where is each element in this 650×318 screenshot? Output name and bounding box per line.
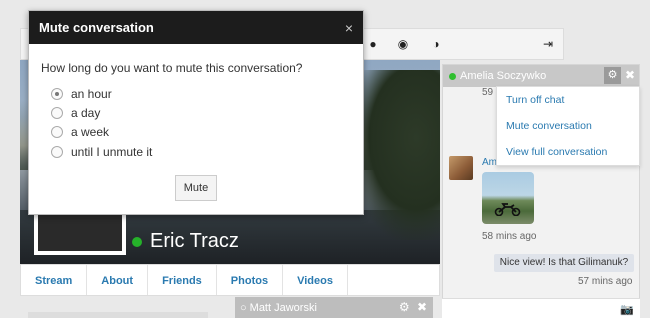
option-until-unmute[interactable]: until I unmute it [51,145,152,159]
radio-until-unmute[interactable] [51,146,63,158]
chat2-close-icon[interactable]: ✖ [417,300,427,314]
tab-videos[interactable]: Videos [283,265,348,295]
chat-sender-avatar [449,156,473,180]
option-an-hour[interactable]: an hour [51,87,112,101]
menu-item-mute-conversation[interactable]: Mute conversation [497,113,639,139]
chat-header-timestamp: 59 [482,87,494,98]
chat-options-menu: Turn off chat Mute conversation View ful… [496,86,640,166]
user-settings-icon[interactable]: ◑ [429,37,443,51]
option-label: until I unmute it [71,145,153,159]
chat-online-dot [449,72,456,80]
profile-name: Eric Tracz [150,230,239,252]
logout-icon[interactable]: ⇥ [541,37,555,51]
dialog-question: How long do you want to mute this conver… [41,61,303,75]
tab-friends[interactable]: Friends [148,265,217,295]
chat-photo[interactable] [482,172,534,224]
chat-sender-initial: Am [482,157,497,168]
chat2-controls: ⚙ ✖ [399,300,427,314]
tab-about[interactable]: About [87,265,149,295]
menu-item-view-full-conversation[interactable]: View full conversation [497,139,639,165]
option-label: an hour [71,87,112,101]
radio-a-day[interactable] [51,107,63,119]
radio-an-hour[interactable] [51,88,63,100]
chat-message-bubble: Nice view! Is that Gilimanuk? [494,254,634,272]
radio-a-week[interactable] [51,126,63,138]
camera-icon[interactable]: 📷 [620,303,634,316]
motorbike-icon [494,203,521,216]
option-label: a day [71,106,101,120]
chat-bar-matt[interactable]: ○ Matt Jaworski ⚙ ✖ [235,297,433,318]
close-icon[interactable]: × [345,20,353,36]
bottom-strip [28,312,208,318]
mute-conversation-dialog: Mute conversation × How long do you want… [28,10,364,215]
online-status-dot [132,237,142,247]
option-a-day[interactable]: a day [51,106,100,120]
dialog-header: Mute conversation × [29,11,363,44]
chat-input[interactable]: 📷 [442,298,640,318]
user-icon[interactable]: ● [366,37,380,51]
mute-button[interactable]: Mute [175,175,217,201]
chat-close-icon[interactable]: ✖ [625,68,635,82]
globe-icon[interactable]: ◉ [396,37,410,51]
profile-tabs: Stream About Friends Photos Videos [20,264,440,296]
photo-timestamp: 58 mins ago [482,231,537,242]
chat-gear-icon[interactable]: ⚙ [604,67,621,84]
menu-item-turn-off-chat[interactable]: Turn off chat [497,87,639,113]
option-label: a week [71,125,110,139]
chat2-gear-icon[interactable]: ⚙ [399,300,410,314]
chat2-contact-name: Matt Jaworski [249,301,317,314]
chat-contact-name: Amelia Soczywko [460,70,547,82]
dialog-title: Mute conversation [39,20,154,35]
message-timestamp: 57 mins ago [578,276,633,287]
chat2-online-icon: ○ [240,301,247,314]
tab-stream[interactable]: Stream [21,265,88,295]
option-a-week[interactable]: a week [51,125,109,139]
tab-photos[interactable]: Photos [217,265,284,295]
